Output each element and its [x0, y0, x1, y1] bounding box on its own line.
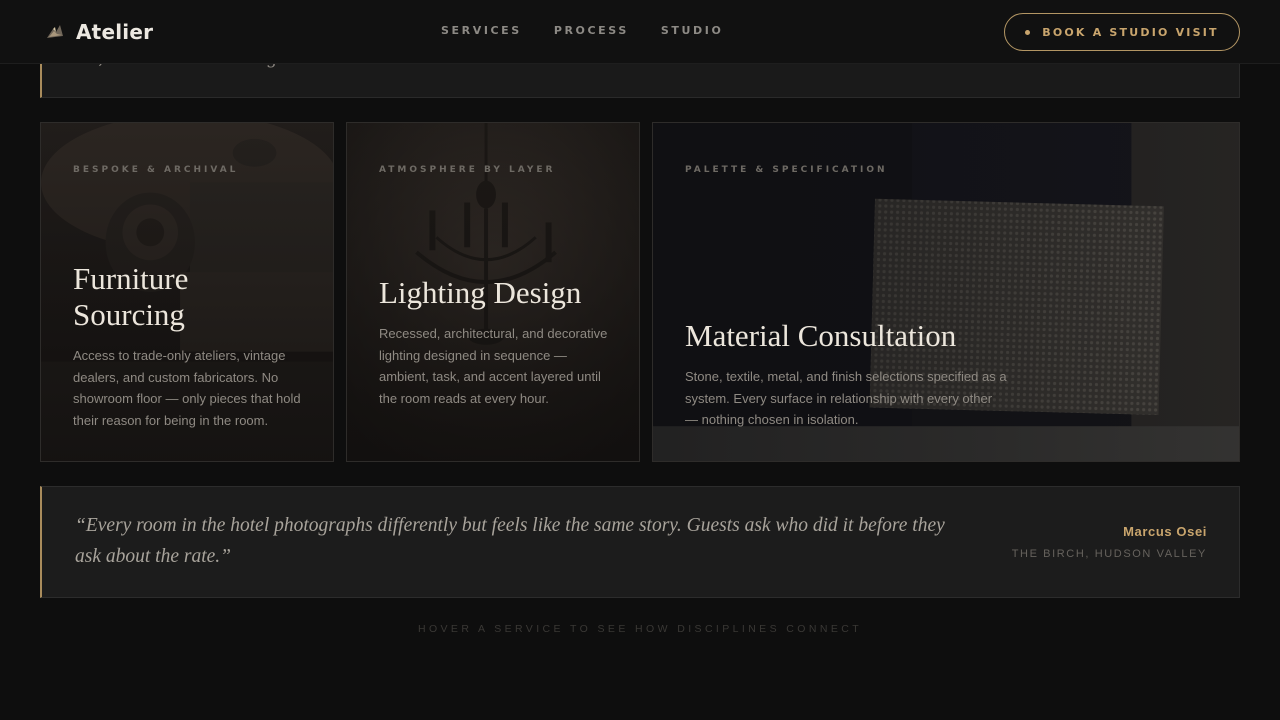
dot-icon: [1025, 29, 1031, 35]
card-description: Recessed, architectural, and decorative …: [379, 326, 608, 406]
top-navigation-bar: Atelier SERVICES PROCESS STUDIO BOOK A S…: [0, 0, 1280, 64]
testimonial-quote: “Every room in the hotel photographs dif…: [75, 515, 945, 567]
nav-services[interactable]: SERVICES: [441, 24, 522, 37]
card-title: Material Consultation: [685, 318, 957, 353]
card-description: Access to trade-only ateliers, vintage d…: [73, 348, 301, 428]
brand-name: Atelier: [76, 20, 154, 44]
testimonial-place: THE BIRCH, HUDSON VALLEY: [1011, 548, 1207, 560]
nav-process[interactable]: PROCESS: [554, 24, 629, 37]
hover-hint: HOVER A SERVICE TO SEE HOW DISCIPLINES C…: [417, 623, 863, 635]
book-studio-visit-label: BOOK A STUDIO VISIT: [1042, 25, 1219, 39]
card-title: Lighting Design: [379, 275, 582, 310]
service-card-lighting[interactable]: ATMOSPHERE BY LAYER Lighting Design Rece…: [346, 122, 640, 462]
card-title: Furniture Sourcing: [73, 261, 189, 332]
dove-logo-icon: [47, 25, 63, 38]
main-nav: SERVICES PROCESS STUDIO: [441, 24, 723, 37]
service-card-furniture[interactable]: BESPOKE & ARCHIVAL Furniture Sourcing Ac…: [40, 122, 334, 462]
card-eyebrow: ATMOSPHERE BY LAYER: [379, 165, 556, 175]
nav-studio[interactable]: STUDIO: [661, 24, 724, 37]
card-eyebrow: BESPOKE & ARCHIVAL: [73, 165, 239, 175]
card-eyebrow: PALETTE & SPECIFICATION: [685, 165, 888, 175]
testimonial-author: Marcus Osei: [1123, 524, 1207, 539]
brand-logo[interactable]: Atelier: [44, 18, 153, 46]
book-studio-visit-button[interactable]: BOOK A STUDIO VISIT: [1004, 13, 1240, 51]
card-description: Stone, textile, metal, and finish select…: [685, 369, 1007, 427]
service-card-materials[interactable]: PALETTE & SPECIFICATION Material Consult…: [652, 122, 1240, 462]
testimonial-block: “Every room in the hotel photographs dif…: [40, 486, 1240, 598]
